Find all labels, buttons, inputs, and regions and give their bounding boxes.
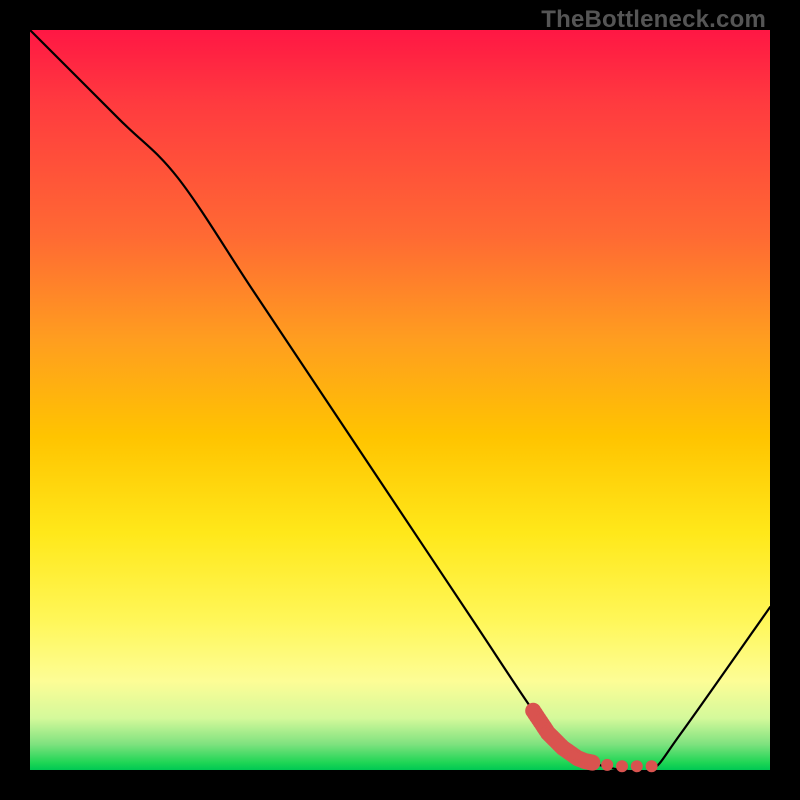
valley-dot — [646, 760, 658, 772]
valley-dot — [601, 759, 613, 771]
valley-dot — [616, 760, 628, 772]
valley-dot — [631, 760, 643, 772]
valley-dot — [584, 755, 600, 771]
bottleneck-curve — [30, 30, 770, 773]
chart-frame: TheBottleneck.com — [0, 0, 800, 800]
curve-layer — [30, 30, 770, 770]
plot-area — [30, 30, 770, 770]
valley-marker-group — [525, 703, 657, 773]
